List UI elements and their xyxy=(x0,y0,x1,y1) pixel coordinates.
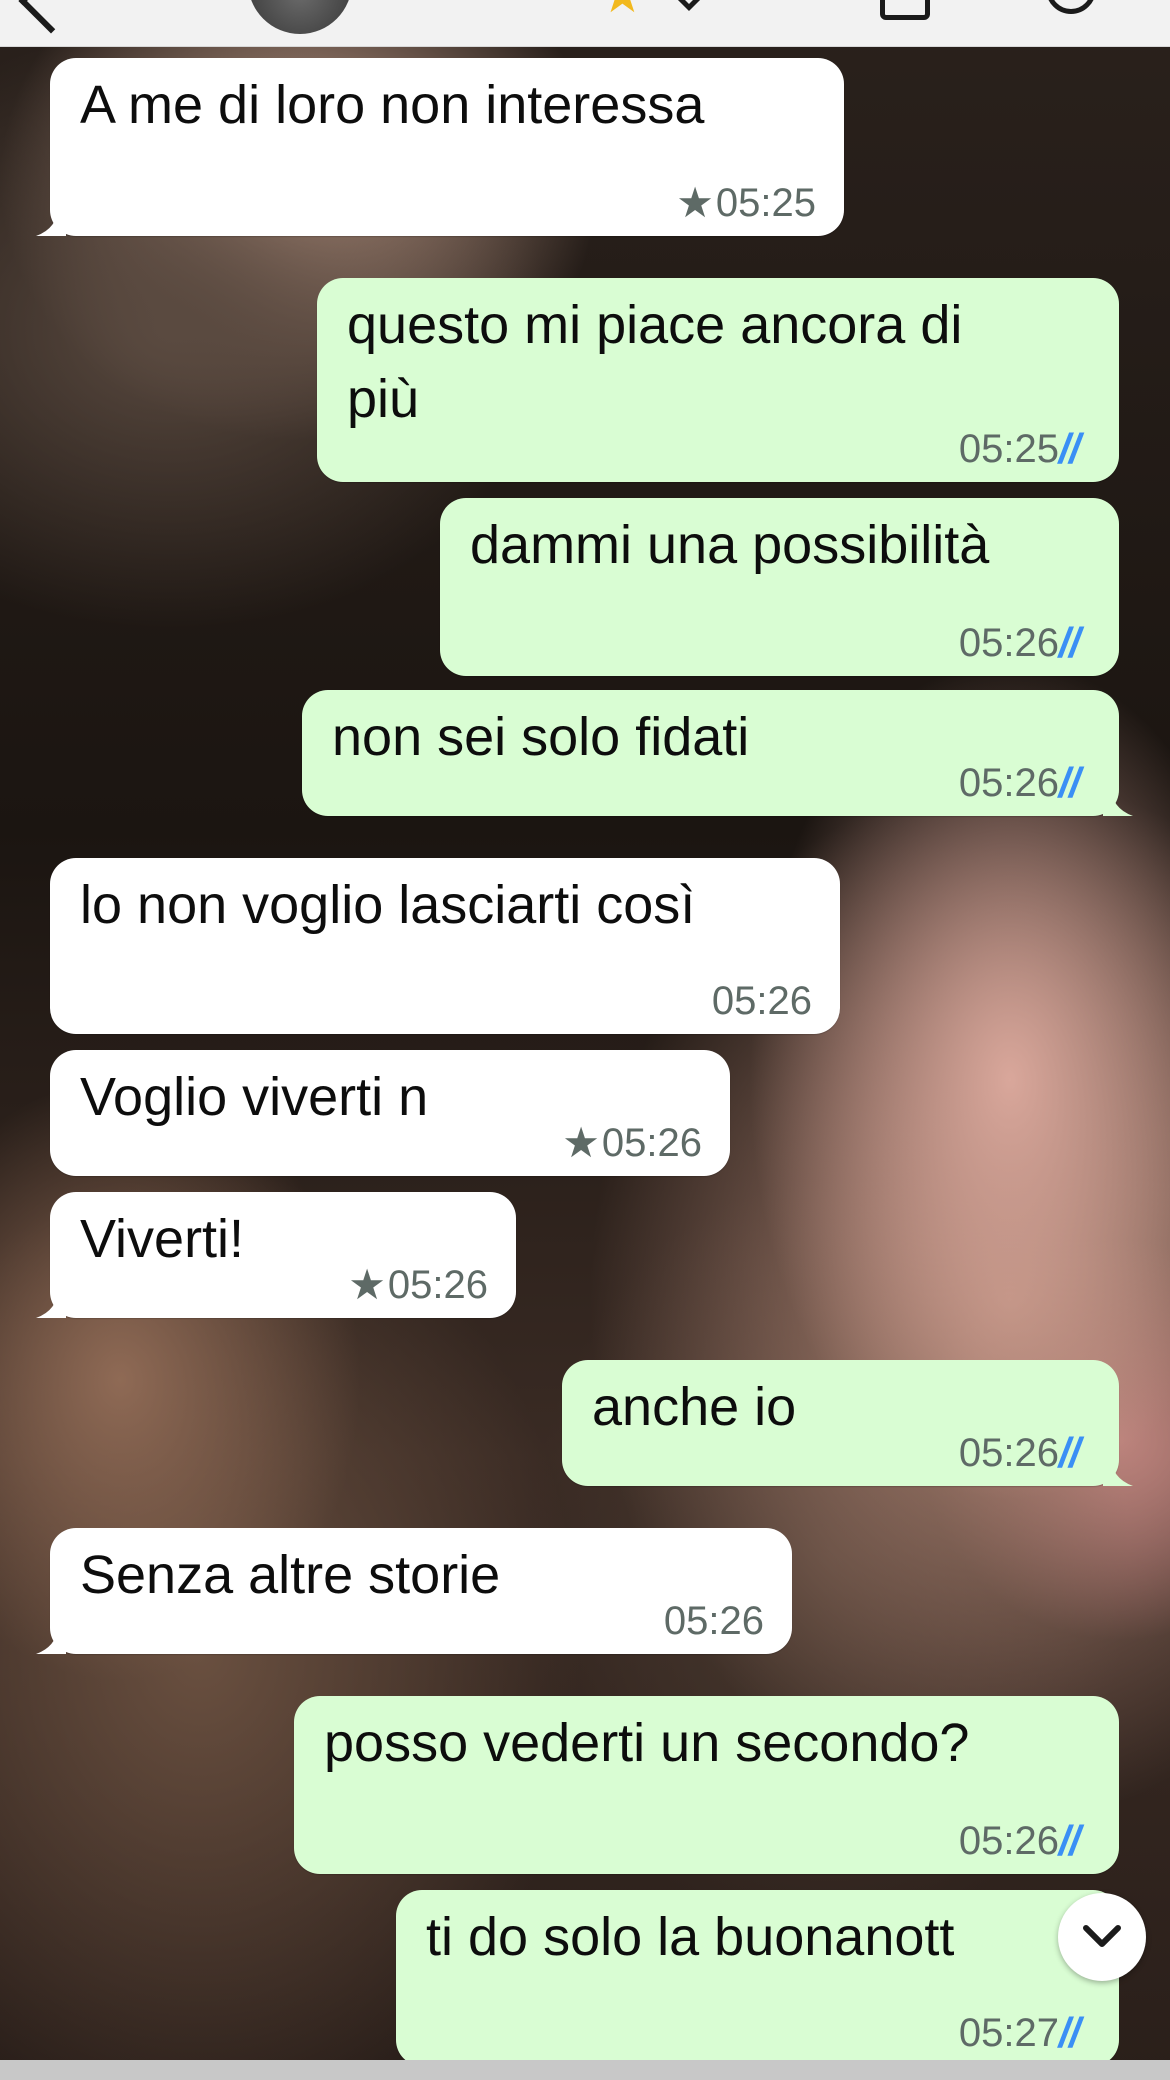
message-meta: ★ 05:26 xyxy=(562,1120,702,1166)
message-incoming[interactable]: Voglio viverti n ★ 05:26 xyxy=(50,1050,730,1176)
bottom-bar xyxy=(0,2060,1170,2080)
pin-icon[interactable] xyxy=(664,0,714,12)
double-check-icon: // xyxy=(1069,620,1091,666)
bubble-tail-icon xyxy=(1103,1456,1133,1486)
message-time: 05:25 xyxy=(715,181,816,225)
message-time: 05:26 xyxy=(958,761,1059,805)
double-check-icon: // xyxy=(1069,1430,1091,1476)
message-meta: ★ 05:26 xyxy=(348,1262,488,1308)
message-text-line-1: questo mi piace ancora di xyxy=(347,295,963,355)
double-check-icon: // xyxy=(1069,760,1091,806)
chat-header: ★ xyxy=(0,0,1170,47)
message-outgoing[interactable]: dammi una possibilità 05:26 // xyxy=(440,498,1119,676)
message-time: 05:25 xyxy=(958,427,1059,471)
message-time: 05:26 xyxy=(958,1431,1059,1475)
message-time: 05:27 xyxy=(958,2011,1059,2055)
message-meta: 05:26 // xyxy=(959,1818,1091,1864)
double-check-icon: // xyxy=(1069,426,1091,472)
message-time: 05:26 xyxy=(663,1599,764,1643)
bubble-tail-icon xyxy=(36,1624,66,1654)
message-incoming[interactable]: A me di loro non interessa ★ 05:25 xyxy=(36,58,844,236)
bubble-tail-icon xyxy=(36,1288,66,1318)
message-incoming[interactable]: Viverti! ★ 05:26 xyxy=(36,1192,516,1318)
message-text-line-2: più xyxy=(347,369,420,429)
message-time: 05:26 xyxy=(711,979,812,1023)
scroll-to-bottom-button[interactable] xyxy=(1058,1893,1146,1981)
message-time: 05:26 xyxy=(958,1819,1059,1863)
double-check-icon: // xyxy=(1069,2010,1091,2056)
message-text: dammi una possibilità xyxy=(470,515,990,575)
message-meta: 05:26 xyxy=(664,1598,764,1644)
chevron-down-icon xyxy=(1083,1925,1121,1947)
message-meta: 05:26 // xyxy=(959,760,1091,806)
message-text: posso vederti un secondo? xyxy=(324,1713,970,1773)
message-outgoing[interactable]: questo mi piace ancora di più 05:25 // xyxy=(317,278,1119,482)
message-outgoing[interactable]: posso vederti un secondo? 05:26 // xyxy=(294,1696,1119,1874)
bubble-tail-icon xyxy=(36,206,66,236)
message-text: lo non voglio lasciarti così xyxy=(80,875,696,935)
star-icon: ★ xyxy=(676,179,714,226)
star-icon: ★ xyxy=(562,1119,600,1166)
message-meta: ★ 05:25 xyxy=(676,180,816,226)
message-meta: 05:26 // xyxy=(959,620,1091,666)
star-icon: ★ xyxy=(348,1261,386,1308)
message-meta: 05:27 // xyxy=(959,2010,1091,2056)
star-icon[interactable]: ★ xyxy=(600,0,645,24)
bubble-tail-icon xyxy=(1103,786,1133,816)
message-meta: 05:25 // xyxy=(959,426,1091,472)
video-call-icon[interactable] xyxy=(880,0,930,20)
voice-call-icon[interactable] xyxy=(1046,0,1096,14)
back-arrow-icon[interactable] xyxy=(18,0,84,34)
message-time: 05:26 xyxy=(387,1263,488,1307)
message-time: 05:26 xyxy=(601,1121,702,1165)
message-text: A me di loro non interessa xyxy=(80,75,705,135)
message-outgoing[interactable]: anche io 05:26 // xyxy=(562,1360,1133,1486)
double-check-icon: // xyxy=(1069,1818,1091,1864)
message-time: 05:26 xyxy=(958,621,1059,665)
message-outgoing[interactable]: non sei solo fidati 05:26 // xyxy=(302,690,1133,816)
avatar[interactable] xyxy=(248,0,352,34)
message-outgoing[interactable]: ti do solo la buonanott 05:27 // xyxy=(396,1890,1119,2066)
message-text: ti do solo la buonanott xyxy=(426,1907,955,1967)
message-meta: 05:26 xyxy=(712,978,812,1024)
message-incoming[interactable]: Senza altre storie 05:26 xyxy=(36,1528,792,1654)
message-incoming[interactable]: lo non voglio lasciarti così 05:26 xyxy=(50,858,840,1034)
message-meta: 05:26 // xyxy=(959,1430,1091,1476)
